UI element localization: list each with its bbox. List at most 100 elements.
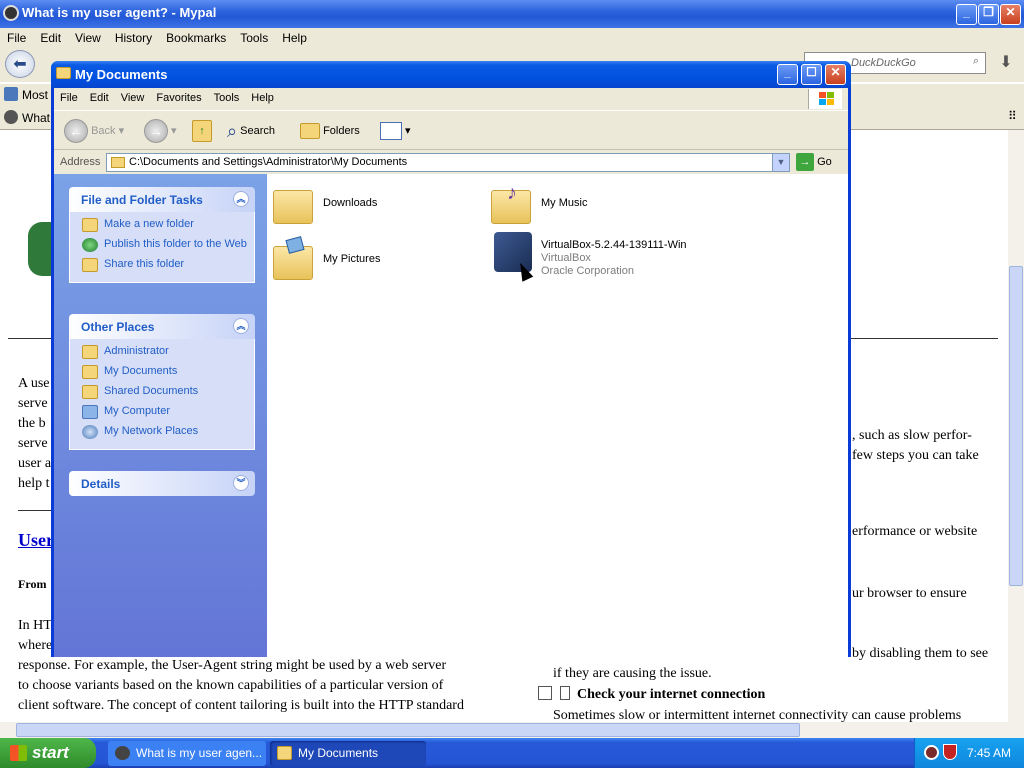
place-label: Shared Documents bbox=[104, 385, 199, 397]
tab-favicon-icon bbox=[4, 110, 18, 124]
explorer-menu-bar: File Edit View Favorites Tools Help bbox=[54, 88, 848, 110]
file-company: Oracle Corporation bbox=[541, 265, 634, 277]
file-item-my-music[interactable]: ♪ My Music bbox=[491, 182, 711, 232]
browser-menu-history[interactable]: History bbox=[108, 28, 159, 45]
tab-list-icon[interactable]: ⠿ bbox=[1008, 109, 1017, 123]
explorer-menu-edit[interactable]: Edit bbox=[84, 88, 115, 104]
browser-menu-file[interactable]: File bbox=[0, 28, 33, 45]
tray-app-icon[interactable] bbox=[924, 745, 939, 760]
browser-back-button[interactable]: ⬅ bbox=[5, 50, 35, 78]
panel-header[interactable]: Details ︾ bbox=[69, 471, 255, 496]
folder-icon bbox=[82, 385, 98, 399]
file-name: VirtualBox-5.2.44-139111-Win bbox=[541, 239, 687, 251]
forward-arrow-icon: → bbox=[144, 119, 168, 144]
address-input[interactable]: C:\Documents and Settings\Administrator\… bbox=[106, 153, 790, 172]
collapse-chevron-icon[interactable]: ︽ bbox=[233, 318, 249, 334]
windows-logo-icon bbox=[10, 745, 27, 761]
up-folder-button[interactable]: ↑ bbox=[192, 118, 212, 144]
explorer-close-button[interactable]: ✕ bbox=[825, 64, 846, 85]
search-button[interactable]: ⌕ Search bbox=[227, 118, 275, 144]
explorer-menu-help[interactable]: Help bbox=[245, 88, 280, 104]
page-text-line: few steps you can take bbox=[852, 448, 979, 463]
file-name: My Pictures bbox=[323, 253, 381, 265]
browser-menu-view[interactable]: View bbox=[68, 28, 108, 45]
security-shield-icon[interactable] bbox=[943, 744, 957, 760]
start-button[interactable]: start bbox=[0, 738, 96, 768]
address-dropdown-icon[interactable]: ▼ bbox=[772, 154, 789, 171]
views-button[interactable]: ▾ bbox=[380, 118, 411, 144]
music-note-icon: ♪ bbox=[507, 182, 517, 204]
page-logo-image bbox=[28, 222, 52, 276]
expand-chevron-icon[interactable]: ︾ bbox=[233, 475, 249, 491]
place-my-computer[interactable]: My Computer bbox=[82, 405, 254, 419]
go-label: Go bbox=[817, 155, 832, 168]
page-text-line: A use bbox=[18, 376, 50, 391]
taskbar-item-browser[interactable]: What is my user agen... bbox=[108, 741, 266, 766]
taskbar: start What is my user agen... My Documen… bbox=[0, 738, 1024, 768]
folders-button[interactable]: Folders bbox=[300, 118, 360, 144]
folder-icon bbox=[82, 345, 98, 359]
back-button[interactable]: ← Back ▾ bbox=[64, 118, 124, 144]
page-subheading: Check your internet connection bbox=[577, 687, 766, 702]
scrollbar-thumb[interactable] bbox=[16, 723, 800, 737]
details-panel: Details ︾ bbox=[69, 471, 255, 496]
browser-menu-bookmarks[interactable]: Bookmarks bbox=[159, 28, 233, 45]
explorer-minimize-button[interactable]: _ bbox=[777, 64, 798, 85]
windows-flag-icon bbox=[808, 89, 842, 109]
folder-icon bbox=[277, 746, 292, 760]
file-item-my-pictures[interactable]: My Pictures bbox=[273, 236, 493, 288]
place-administrator[interactable]: Administrator bbox=[82, 345, 254, 359]
search-icon[interactable]: ⌕ bbox=[973, 55, 979, 68]
taskbar-item-my-documents[interactable]: My Documents bbox=[270, 741, 426, 766]
explorer-menu-view[interactable]: View bbox=[115, 88, 151, 104]
explorer-menu-favorites[interactable]: Favorites bbox=[150, 88, 207, 104]
mypal-logo-icon bbox=[3, 5, 19, 21]
explorer-menu-tools[interactable]: Tools bbox=[208, 88, 246, 104]
place-label: Administrator bbox=[104, 345, 169, 357]
page-heading-link[interactable]: User bbox=[18, 530, 54, 550]
browser-close-button[interactable]: ✕ bbox=[1000, 4, 1021, 25]
page-text-line: to choose variants based on the known ca… bbox=[18, 678, 444, 693]
broken-image-icon bbox=[538, 686, 552, 700]
task-pane: File and Folder Tasks ︽ Make a new folde… bbox=[54, 174, 267, 657]
taskbar-item-label: What is my user agen... bbox=[136, 746, 263, 760]
browser-restore-button[interactable]: ❐ bbox=[978, 4, 999, 25]
clock[interactable]: 7:45 AM bbox=[967, 746, 1011, 760]
browser-minimize-button[interactable]: _ bbox=[956, 4, 977, 25]
tab-what-is-my-user-agent[interactable]: What bbox=[22, 111, 50, 125]
go-button[interactable]: → Go bbox=[796, 153, 832, 171]
explorer-menu-file[interactable]: File bbox=[54, 88, 84, 104]
collapse-chevron-icon[interactable]: ︽ bbox=[233, 191, 249, 207]
place-my-documents[interactable]: My Documents bbox=[82, 365, 254, 379]
panel-header[interactable]: Other Places ︽ bbox=[69, 314, 255, 339]
panel-header[interactable]: File and Folder Tasks ︽ bbox=[69, 187, 255, 212]
mypal-icon bbox=[115, 746, 130, 760]
file-item-downloads[interactable]: Downloads bbox=[273, 182, 493, 232]
page-text-line: serve bbox=[18, 396, 48, 411]
address-value: C:\Documents and Settings\Administrator\… bbox=[129, 156, 408, 168]
page-text-line: client software. The concept of content … bbox=[18, 698, 464, 713]
task-make-new-folder[interactable]: Make a new folder bbox=[82, 218, 254, 232]
file-description: VirtualBox bbox=[541, 252, 591, 264]
new-folder-icon bbox=[82, 218, 98, 232]
download-icon[interactable]: ⬇ bbox=[992, 52, 1020, 74]
explorer-maximize-button[interactable]: ☐ bbox=[801, 64, 822, 85]
page-text-line: help t bbox=[18, 476, 50, 491]
browser-title-bar: What is my user agent? - Mypal _ ❐ ✕ bbox=[0, 0, 1024, 28]
browser-vertical-scrollbar[interactable] bbox=[1008, 130, 1024, 722]
browser-menu-edit[interactable]: Edit bbox=[33, 28, 68, 45]
network-icon bbox=[82, 425, 98, 439]
task-label: Make a new folder bbox=[104, 218, 194, 230]
back-label: Back bbox=[91, 125, 116, 137]
task-share-folder[interactable]: Share this folder bbox=[82, 258, 254, 272]
task-publish-folder[interactable]: Publish this folder to the Web bbox=[82, 238, 254, 252]
share-folder-icon bbox=[82, 258, 98, 272]
forward-button[interactable]: → ▾ bbox=[144, 118, 177, 144]
place-shared-documents[interactable]: Shared Documents bbox=[82, 385, 254, 399]
file-name: Downloads bbox=[323, 197, 378, 209]
browser-menu-tools[interactable]: Tools bbox=[233, 28, 275, 45]
browser-horizontal-scrollbar[interactable] bbox=[0, 722, 1024, 738]
place-my-network-places[interactable]: My Network Places bbox=[82, 425, 254, 439]
scrollbar-thumb[interactable] bbox=[1009, 266, 1023, 586]
browser-menu-help[interactable]: Help bbox=[275, 28, 314, 45]
